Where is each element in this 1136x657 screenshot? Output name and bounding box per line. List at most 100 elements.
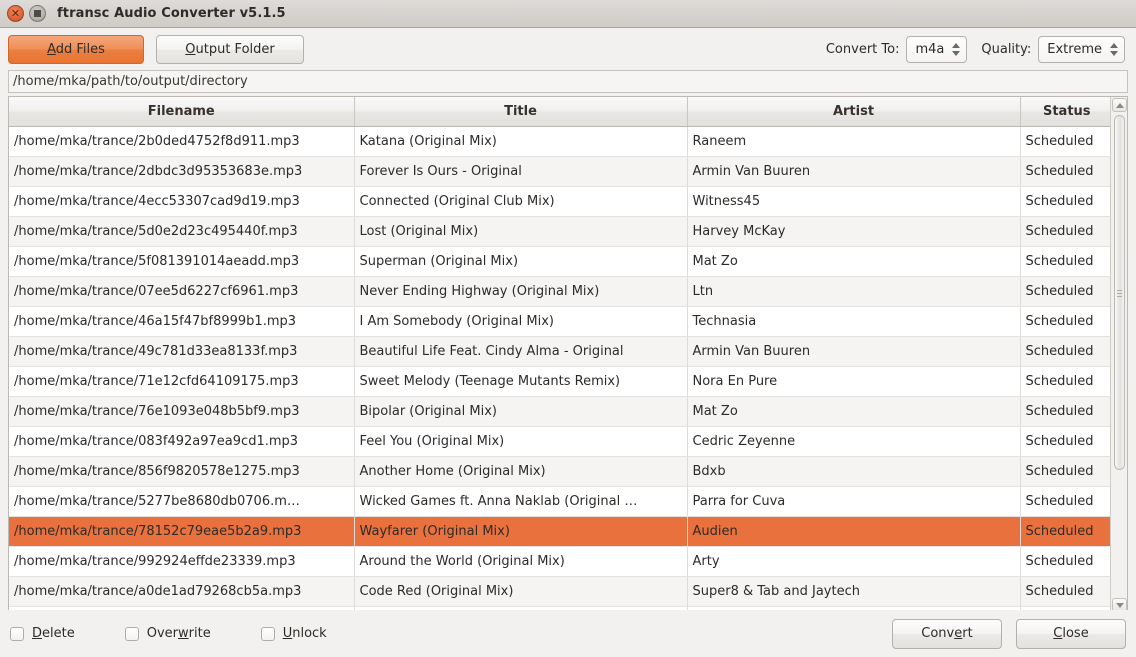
table-row[interactable]: /home/mka/trance/a0de1ad79268cb5a.mp3 Cod…: [9, 576, 1110, 607]
maximize-glyph: [34, 10, 41, 17]
vertical-scrollbar[interactable]: [1110, 97, 1127, 613]
cell-artist: Bdxb: [687, 456, 1021, 487]
delete-checkbox[interactable]: Delete: [10, 626, 75, 641]
cell-title: I Am Somebody (Original Mix): [354, 306, 688, 337]
table-row[interactable]: /home/mka/trance/5277be8680db0706.m… Wick…: [9, 486, 1110, 517]
cell-status: Scheduled: [1020, 366, 1110, 397]
cell-filename: /home/mka/trance/5f081391014aeadd.mp3: [9, 246, 355, 277]
cell-filename: /home/mka/trance/78152c79eae5b2a9.mp3: [9, 516, 355, 547]
convert-to-label: Convert To:: [825, 41, 900, 57]
cell-filename: /home/mka/trance/5277be8680db0706.m…: [9, 486, 355, 517]
convert-button[interactable]: Convert: [892, 618, 1002, 649]
format-stepper-icon[interactable]: [951, 37, 961, 62]
cell-title: Never Ending Highway (Original Mix): [354, 276, 688, 307]
vertical-scrollbar-thumb[interactable]: [1114, 115, 1125, 470]
cell-status: Scheduled: [1020, 336, 1110, 367]
quality-value: Extreme: [1047, 41, 1102, 57]
add-files-label: Add Files: [47, 41, 105, 57]
file-table-header: Filename Title Artist Status: [9, 97, 1110, 127]
unlock-checkbox-box[interactable]: [260, 626, 275, 641]
window-title: ftransc Audio Converter v5.1.5: [57, 6, 286, 21]
column-header-filename[interactable]: Filename: [9, 97, 355, 127]
unlock-checkbox-label: Unlock: [282, 626, 327, 641]
cell-title: Code Red (Original Mix): [354, 576, 688, 607]
close-button[interactable]: Close: [1016, 618, 1126, 649]
output-path-field[interactable]: /home/mka/path/to/output/directory: [8, 70, 1128, 93]
format-spinbox[interactable]: m4a: [906, 35, 968, 63]
quality-label: Quality:: [981, 41, 1032, 57]
table-row[interactable]: /home/mka/trance/083f492a97ea9cd1.mp3 Fee…: [9, 426, 1110, 457]
cell-status: Scheduled: [1020, 246, 1110, 277]
toolbar: Add Files Output Folder Convert To: m4a …: [0, 28, 1136, 70]
cell-artist: Mat Zo: [687, 246, 1021, 277]
close-icon[interactable]: ✕: [7, 5, 24, 22]
cell-status: Scheduled: [1020, 456, 1110, 487]
table-row[interactable]: /home/mka/trance/856f9820578e1275.mp3 Ano…: [9, 456, 1110, 487]
cell-title: Feel You (Original Mix): [354, 426, 688, 457]
cell-artist: Mat Zo: [687, 396, 1021, 427]
output-folder-button[interactable]: Output Folder: [156, 34, 304, 64]
overwrite-checkbox-box[interactable]: [124, 626, 139, 641]
bottom-bar: Delete Overwrite Unlock Convert Close: [0, 610, 1136, 657]
overwrite-checkbox-label: Overwrite: [146, 626, 211, 641]
output-folder-label: Output Folder: [185, 41, 275, 57]
column-header-title[interactable]: Title: [354, 97, 688, 127]
header-row: Filename Title Artist Status: [9, 97, 1110, 127]
delete-checkbox-box[interactable]: [10, 626, 24, 641]
quality-spinbox[interactable]: Extreme: [1038, 35, 1125, 63]
add-files-button[interactable]: Add Files: [8, 34, 144, 64]
cell-status: Scheduled: [1020, 156, 1110, 187]
table-row[interactable]: /home/mka/trance/2dbdc3d95353683e.mp3 For…: [9, 156, 1110, 187]
table-row[interactable]: /home/mka/trance/78152c79eae5b2a9.mp3 Way…: [9, 516, 1110, 547]
cell-title: Sweet Melody (Teenage Mutants Remix): [354, 366, 688, 397]
column-header-status[interactable]: Status: [1020, 97, 1110, 127]
unlock-checkbox[interactable]: Unlock: [260, 626, 327, 641]
cell-status: Scheduled: [1020, 396, 1110, 427]
cell-filename: /home/mka/trance/71e12cfd64109175.mp3: [9, 366, 355, 397]
cell-status: Scheduled: [1020, 126, 1110, 157]
table-row[interactable]: /home/mka/trance/5f081391014aeadd.mp3 Sup…: [9, 246, 1110, 277]
cell-title: Wicked Games ft. Anna Naklab (Original …: [354, 486, 688, 517]
cell-artist: Nora En Pure: [687, 366, 1021, 397]
cell-status: Scheduled: [1020, 516, 1110, 547]
dialog-buttons: Convert Close: [878, 618, 1126, 649]
table-row[interactable]: /home/mka/trance/2b0ded4752f8d911.mp3 Kat…: [9, 126, 1110, 157]
cell-artist: Ltn: [687, 276, 1021, 307]
cell-status: Scheduled: [1020, 546, 1110, 577]
cell-filename: /home/mka/trance/083f492a97ea9cd1.mp3: [9, 426, 355, 457]
table-row[interactable]: /home/mka/trance/4ecc53307cad9d19.mp3 Con…: [9, 186, 1110, 217]
scroll-up-icon[interactable]: [1112, 98, 1127, 112]
table-row[interactable]: /home/mka/trance/992924effde23339.mp3 Aro…: [9, 546, 1110, 577]
cell-status: Scheduled: [1020, 186, 1110, 217]
cell-title: Another Home (Original Mix): [354, 456, 688, 487]
table-row[interactable]: /home/mka/trance/5d0e2d23c495440f.mp3 Los…: [9, 216, 1110, 247]
file-table-body: /home/mka/trance/2b0ded4752f8d911.mp3 Kat…: [9, 126, 1110, 613]
cell-artist: Armin Van Buuren: [687, 156, 1021, 187]
table-row[interactable]: /home/mka/trance/46a15f47bf8999b1.mp3 I A…: [9, 306, 1110, 337]
cell-filename: /home/mka/trance/07ee5d6227cf6961.mp3: [9, 276, 355, 307]
maximize-icon[interactable]: [29, 5, 46, 22]
cell-title: Forever Is Ours - Original: [354, 156, 688, 187]
overwrite-checkbox[interactable]: Overwrite: [124, 626, 211, 641]
cell-artist: Witness45: [687, 186, 1021, 217]
cell-status: Scheduled: [1020, 486, 1110, 517]
table-row[interactable]: /home/mka/trance/49c781d33ea8133f.mp3 Bea…: [9, 336, 1110, 367]
quality-stepper-icon[interactable]: [1109, 37, 1119, 62]
cell-title: Bipolar (Original Mix): [354, 396, 688, 427]
table-row[interactable]: /home/mka/trance/07ee5d6227cf6961.mp3 Nev…: [9, 276, 1110, 307]
cell-artist: Armin Van Buuren: [687, 336, 1021, 367]
cell-artist: Harvey McKay: [687, 216, 1021, 247]
cell-artist: Raneem: [687, 126, 1021, 157]
cell-filename: /home/mka/trance/76e1093e048b5bf9.mp3: [9, 396, 355, 427]
title-bar: ✕ ftransc Audio Converter v5.1.5: [0, 0, 1136, 28]
cell-title: Beautiful Life Feat. Cindy Alma - Origin…: [354, 336, 688, 367]
table-row[interactable]: /home/mka/trance/71e12cfd64109175.mp3 Swe…: [9, 366, 1110, 397]
cell-status: Scheduled: [1020, 426, 1110, 457]
column-header-artist[interactable]: Artist: [687, 97, 1021, 127]
cell-artist: Super8 & Tab and Jaytech: [687, 576, 1021, 607]
cell-filename: /home/mka/trance/46a15f47bf8999b1.mp3: [9, 306, 355, 337]
cell-title: Wayfarer (Original Mix): [354, 516, 688, 547]
cell-artist: Audien: [687, 516, 1021, 547]
table-row[interactable]: /home/mka/trance/76e1093e048b5bf9.mp3 Bip…: [9, 396, 1110, 427]
conversion-controls: Convert To: m4a Quality: Extreme: [825, 35, 1128, 63]
